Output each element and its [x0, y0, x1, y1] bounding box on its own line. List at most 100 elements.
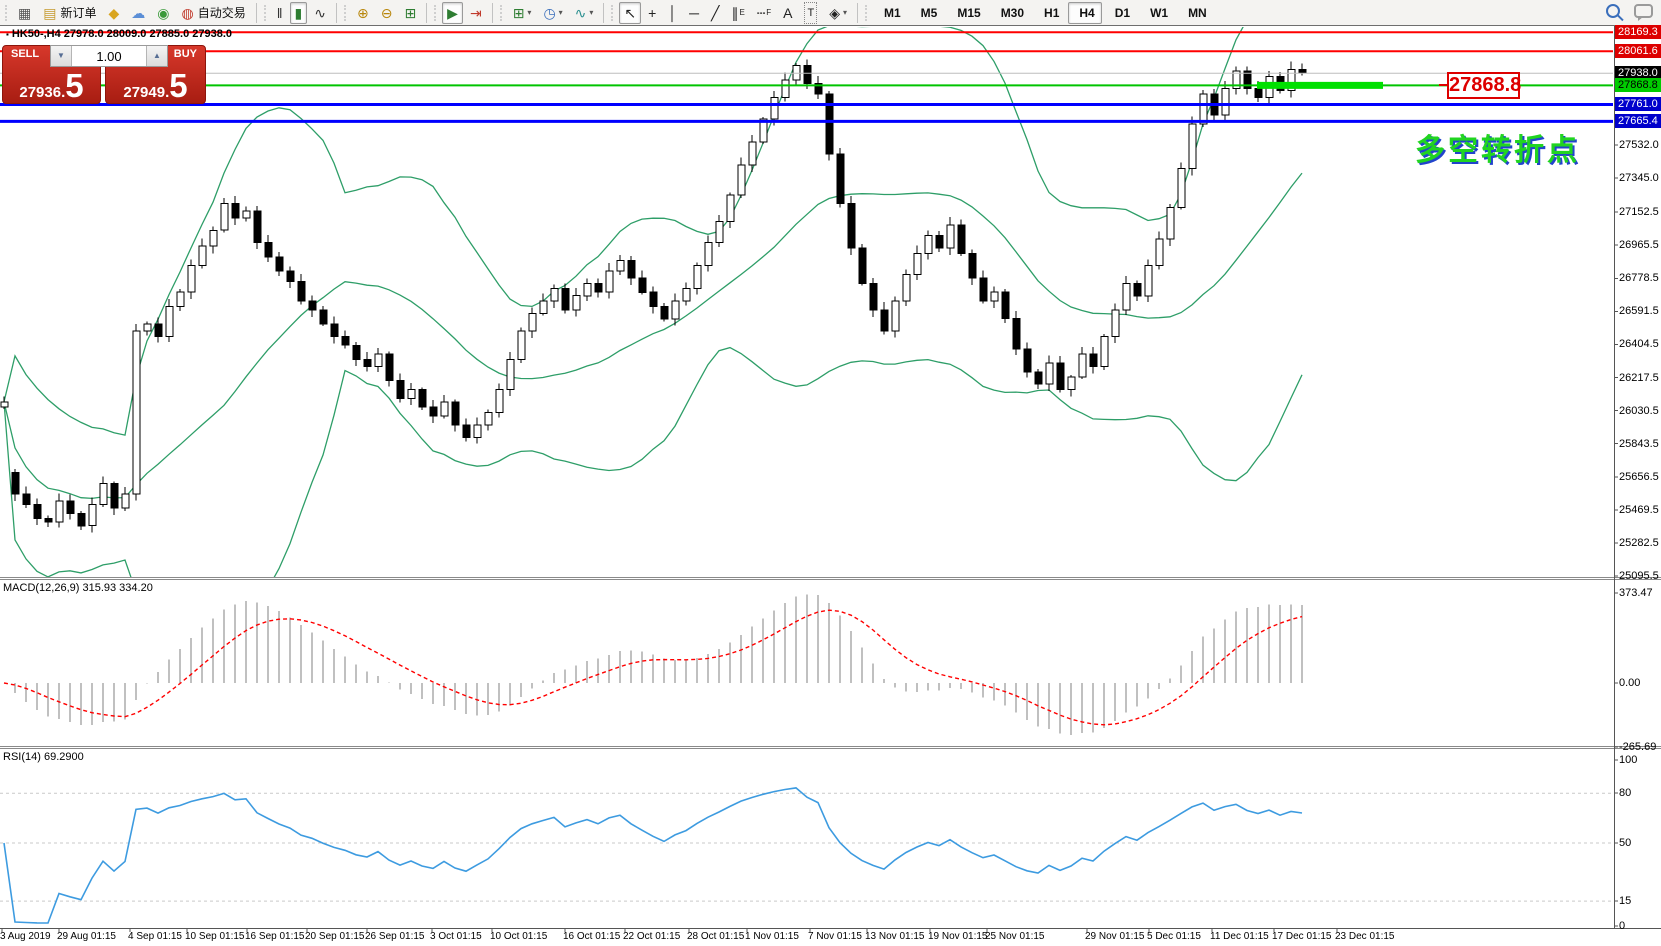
macd-scale-label: -265.69	[1619, 741, 1661, 753]
trendline-button[interactable]: ╱	[706, 2, 724, 24]
time-axis-label: 11 Dec 01:15	[1210, 931, 1269, 942]
zoom-out-button[interactable]: ⊖	[376, 2, 398, 24]
rsi-scale-label: 80	[1619, 787, 1661, 799]
support-line-2-price-tag: 27665.4	[1615, 114, 1661, 128]
rsi-scale-label: 0	[1619, 920, 1661, 932]
rsi-scale-label: 15	[1619, 895, 1661, 907]
tf-m5[interactable]: M5	[910, 2, 945, 24]
tf-w1[interactable]: W1	[1139, 2, 1175, 24]
support-line-1-price-tag: 27761.0	[1615, 97, 1661, 111]
sell-label: SELL	[11, 48, 39, 60]
price-scale-label: 26404.5	[1619, 338, 1661, 350]
price-scale-label: 25469.5	[1619, 504, 1661, 516]
community-icon[interactable]: ☁	[126, 2, 150, 24]
price-scale-label: 26965.5	[1619, 239, 1661, 251]
new-order-button[interactable]: ▤新订单	[38, 2, 101, 24]
tf-h1[interactable]: H1	[1033, 2, 1066, 24]
time-axis-label: 5 Dec 01:15	[1147, 931, 1201, 942]
volume-decrease-button[interactable]: ▼	[51, 46, 72, 66]
time-axis-label: 26 Sep 01:15	[365, 931, 425, 942]
horizontal-line-button[interactable]: ─	[684, 2, 704, 24]
macd-histogram	[4, 595, 1302, 735]
time-axis-label: 4 Sep 01:15	[128, 931, 182, 942]
toolbar-groups: ▦▤新订单◆☁◉◍自动交易 ‖▮∿ ⊕⊖⊞ ▶⇥ ⊞▾◷▾∿▾ ↖+│─╱∥E┄FAT◈▾…	[2, 2, 1215, 24]
price-scale-label: 26778.5	[1619, 272, 1661, 284]
toolbar: ▦▤新订单◆☁◉◍自动交易 ‖▮∿ ⊕⊖⊞ ▶⇥ ⊞▾◷▾∿▾ ↖+│─╱∥E┄FAT◈▾…	[0, 0, 1661, 26]
volume-input[interactable]	[72, 46, 146, 66]
buy-label: BUY	[174, 48, 197, 60]
price-scale-label: 25282.5	[1619, 537, 1661, 549]
bar-chart-button[interactable]: ‖	[272, 2, 288, 24]
chat-icon[interactable]	[1634, 4, 1653, 18]
zoom-in-button[interactable]: ⊕	[352, 2, 374, 24]
time-axis-label: 1 Nov 01:15	[745, 931, 799, 942]
volume-increase-button[interactable]: ▲	[146, 46, 167, 66]
time-axis-label: 23 Dec 01:15	[1335, 931, 1395, 942]
chart-shift-button[interactable]: ⇥	[465, 2, 487, 24]
indicators-menu-button[interactable]: ∿▾	[570, 2, 599, 24]
macd-scale-label: 0.00	[1619, 677, 1661, 689]
rsi-line	[4, 788, 1302, 923]
tf-d1[interactable]: D1	[1104, 2, 1137, 24]
price-scale-label: 25095.5	[1619, 570, 1661, 582]
tf-m1[interactable]: M1	[873, 2, 908, 24]
rsi-scale-label: 100	[1619, 754, 1661, 766]
time-axis-label: 25 Nov 01:15	[985, 931, 1045, 942]
price-callout-box[interactable]: 27868.8	[1447, 72, 1520, 99]
cursor-button[interactable]: ↖	[619, 2, 641, 24]
time-axis-label: 20 Sep 01:15	[305, 931, 365, 942]
time-axis-label: 10 Sep 01:15	[185, 931, 245, 942]
signals-icon[interactable]: ◉	[152, 2, 174, 24]
pivot-line-green-price-tag: 27868.8	[1615, 78, 1661, 92]
text-button[interactable]: A	[778, 2, 797, 24]
time-axis-label: 10 Oct 01:15	[490, 931, 547, 942]
chart-canvas[interactable]	[0, 26, 1661, 946]
resistance-line-2-price-tag: 28061.6	[1615, 44, 1661, 58]
one-click-trade-panel: SELL 27936.5 BUY 27949.5 ▼ ▲	[2, 44, 206, 105]
price-scale-label: 26217.5	[1619, 372, 1661, 384]
period-menu-button[interactable]: ◷▾	[538, 2, 567, 24]
candlestick-button[interactable]: ▮	[290, 2, 308, 24]
turning-point-annotation[interactable]: 多空转折点	[1415, 125, 1580, 169]
megaphone-icon[interactable]: ◆	[103, 2, 124, 24]
chart-frame-icon[interactable]: ▦	[13, 2, 36, 24]
rsi-label: RSI(14) 69.2900	[3, 751, 84, 763]
search-icon[interactable]	[1606, 4, 1620, 18]
tf-m30[interactable]: M30	[990, 2, 1031, 24]
price-scale-label: 27152.5	[1619, 206, 1661, 218]
vertical-line-button[interactable]: │	[663, 2, 682, 24]
time-axis-label: 13 Nov 01:15	[865, 931, 925, 942]
rsi-pane	[0, 788, 1613, 923]
time-axis-label: 16 Oct 01:15	[563, 931, 620, 942]
crosshair-button[interactable]: +	[643, 2, 661, 24]
chart-title: ▪HK50-,H4 27978.0 28009.0 27885.0 27938.…	[6, 28, 232, 40]
line-chart-button[interactable]: ∿	[309, 2, 331, 24]
fibonacci-button[interactable]: ┄F	[752, 2, 776, 24]
tf-m15[interactable]: M15	[946, 2, 987, 24]
macd-scale-label: 373.47	[1619, 587, 1661, 599]
chart-title-marker: ▪	[6, 30, 9, 39]
tf-mn[interactable]: MN	[1177, 2, 1214, 24]
terminal-window: ▦▤新订单◆☁◉◍自动交易 ‖▮∿ ⊕⊖⊞ ▶⇥ ⊞▾◷▾∿▾ ↖+│─╱∥E┄FAT◈▾…	[0, 0, 1661, 946]
channel-button[interactable]: ∥E	[726, 2, 749, 24]
time-axis-label: 3 Oct 01:15	[430, 931, 482, 942]
price-scale-label: 26591.5	[1619, 305, 1661, 317]
sell-price: 27936.5	[3, 71, 100, 102]
auto-scroll-button[interactable]: ▶	[442, 2, 463, 24]
new-order-menu-button[interactable]: ⊞▾	[508, 2, 537, 24]
resistance-line-1-price-tag: 28169.3	[1615, 25, 1661, 39]
candles	[1, 59, 1306, 532]
time-axis-label: 7 Nov 01:15	[808, 931, 862, 942]
rsi-scale-label: 50	[1619, 837, 1661, 849]
text-label-button[interactable]: T	[799, 2, 822, 24]
autotrading-button[interactable]: ◍自动交易	[176, 2, 250, 24]
tile-windows-button[interactable]: ⊞	[399, 2, 421, 24]
price-scale-label: 27345.0	[1619, 172, 1661, 184]
arrows-button[interactable]: ◈▾	[824, 2, 852, 24]
time-axis-label: 28 Oct 01:15	[687, 931, 744, 942]
time-axis-label: 29 Nov 01:15	[1085, 931, 1145, 942]
tf-h4[interactable]: H4	[1068, 2, 1101, 24]
price-scale-label: 25656.5	[1619, 471, 1661, 483]
pane-separators[interactable]	[0, 26, 1661, 932]
time-axis-label: 22 Oct 01:15	[623, 931, 680, 942]
